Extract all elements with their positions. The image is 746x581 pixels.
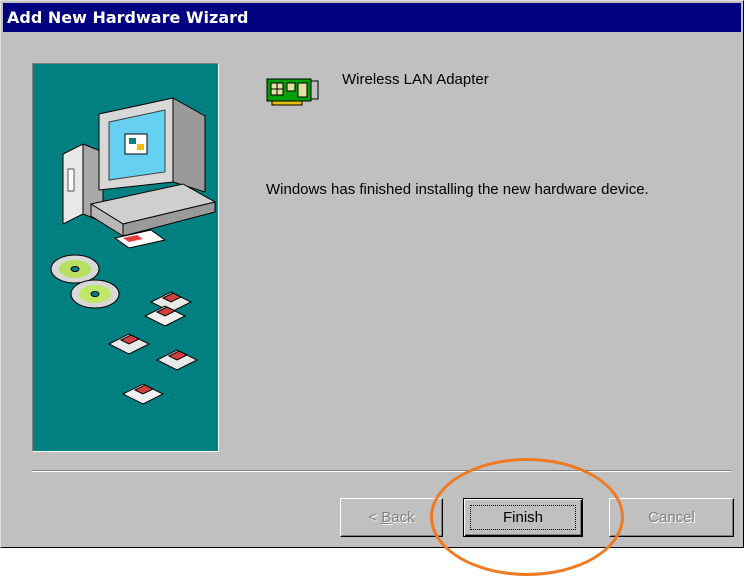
device-name: Wireless LAN Adapter [342, 71, 489, 88]
finish-button[interactable]: Finish [463, 498, 583, 537]
title-bar[interactable]: Add New Hardware Wizard [3, 3, 741, 32]
wizard-illustration [32, 63, 219, 452]
completion-message: Windows has finished installing the new … [266, 181, 649, 198]
computer-and-disks-illustration [50, 97, 217, 405]
separator [32, 470, 731, 472]
finish-button-label: Finish [502, 509, 543, 526]
network-adapter-card-icon [266, 78, 319, 106]
back-button[interactable]: < Back [340, 498, 443, 537]
wizard-window: Add New Hardware Wizard Wireless LAN Ada… [0, 0, 744, 548]
cancel-button[interactable]: Cancel [609, 498, 734, 537]
cancel-button-label: Cancel [648, 509, 695, 526]
window-title: Add New Hardware Wizard [7, 8, 249, 27]
